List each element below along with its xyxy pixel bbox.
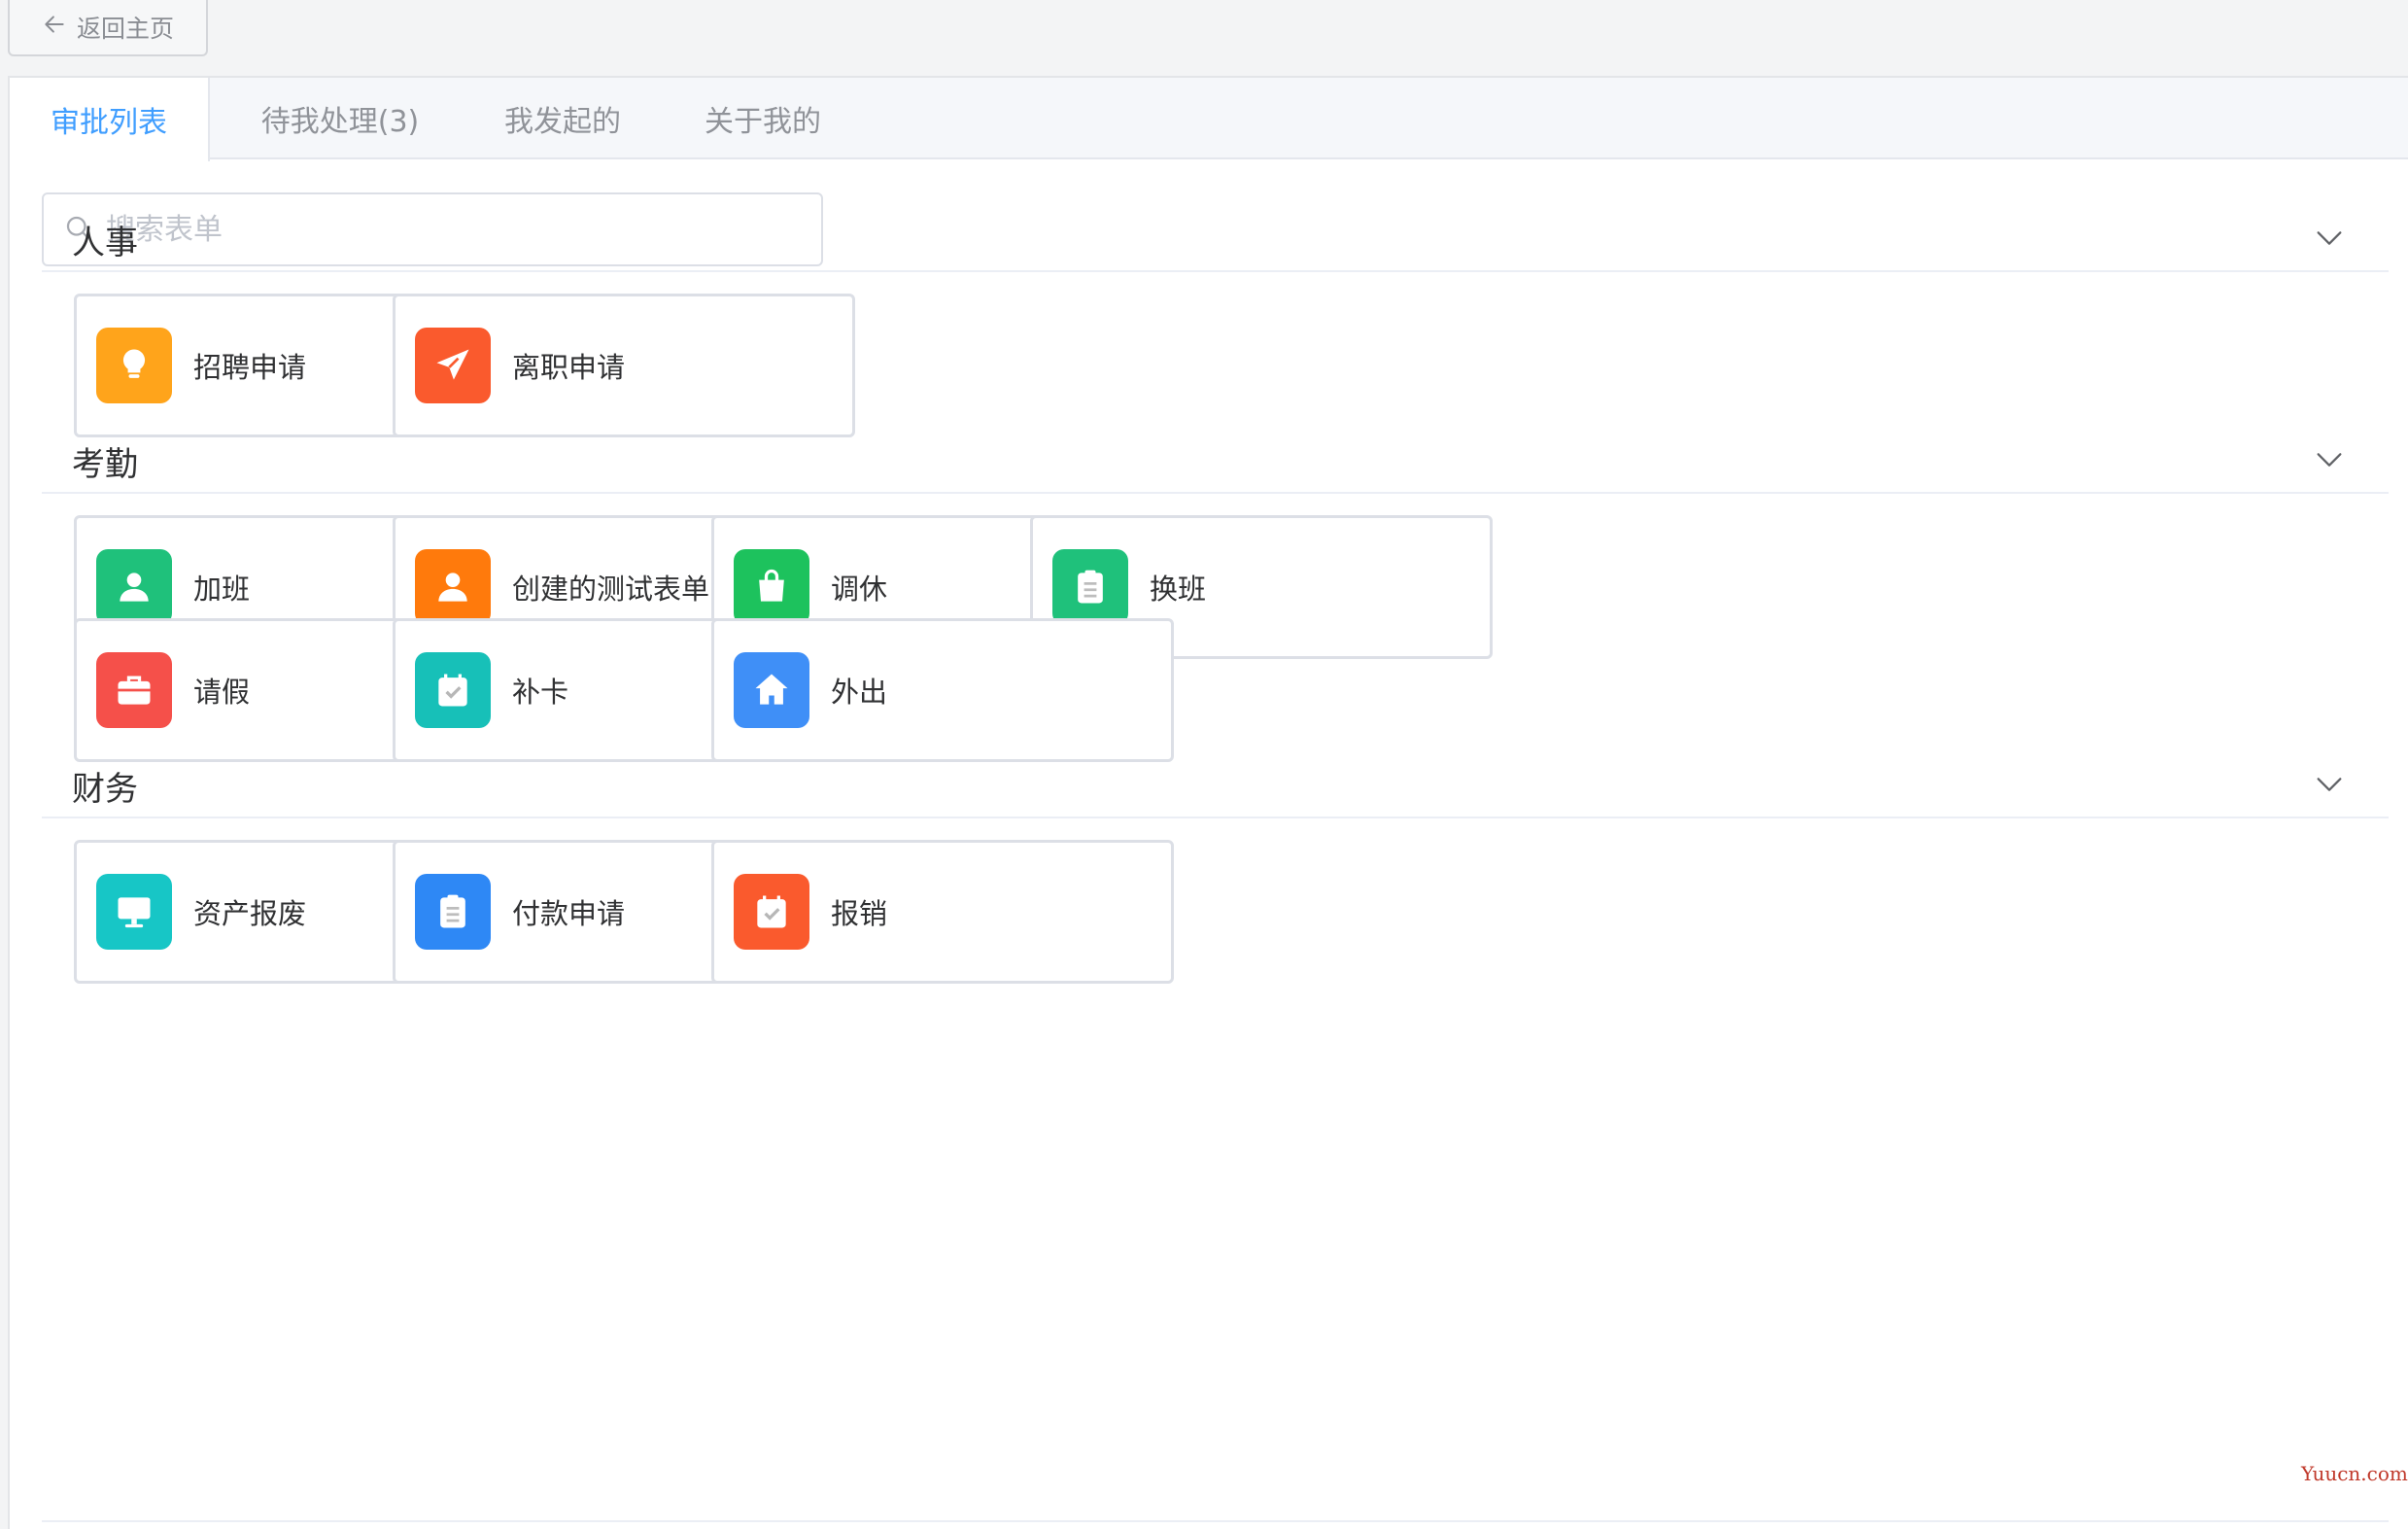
watermark: Yuucn.com — [2301, 1462, 2408, 1485]
form-card-label: 调休 — [831, 573, 888, 606]
form-card-label: 招聘申请 — [193, 351, 307, 384]
arrow-left-icon — [42, 12, 67, 43]
user-icon — [415, 549, 491, 625]
group-title[interactable]: 人事 — [72, 216, 138, 263]
group-divider — [42, 817, 2389, 818]
group-divider — [42, 270, 2389, 272]
group-title[interactable]: 考勤 — [72, 437, 138, 485]
approval-panel: 审批列表 待我处理(3) 我发起的 关于我的 人事招聘申请 离职申请考勤加班 创建的… — [8, 76, 2408, 1529]
clipboard-icon — [415, 874, 491, 950]
briefcase-icon — [96, 652, 172, 728]
home-icon — [734, 652, 809, 728]
form-card-label: 外出 — [831, 676, 888, 709]
form-card-label: 资产报废 — [193, 897, 307, 930]
top-bar: 返回主页 — [0, 0, 2408, 76]
tab-initiated[interactable]: 我发起的 — [470, 78, 655, 159]
calendar-check-icon — [734, 874, 809, 950]
paper-plane-icon — [415, 328, 491, 403]
form-card-label: 补卡 — [512, 676, 569, 709]
tab-approval-list[interactable]: 审批列表 — [10, 78, 210, 161]
clipboard-icon — [1052, 549, 1128, 625]
back-home-label: 返回主页 — [76, 15, 174, 43]
search-input[interactable] — [106, 212, 767, 247]
search-box — [42, 192, 823, 266]
chevron-down-icon[interactable] — [2313, 222, 2346, 255]
form-card-label: 创建的测试表单 — [512, 573, 710, 606]
form-card-label: 报销 — [831, 897, 888, 930]
tab-pending[interactable]: 待我处理(3) — [224, 78, 457, 159]
form-card-label: 请假 — [193, 676, 251, 709]
monitor-icon — [96, 874, 172, 950]
form-card-label: 付款申请 — [512, 897, 626, 930]
lightbulb-icon — [96, 328, 172, 403]
back-home-button[interactable]: 返回主页 — [8, 0, 208, 56]
bottom-divider — [42, 1520, 2389, 1522]
form-card[interactable]: 离职申请 — [393, 294, 855, 437]
chevron-down-icon[interactable] — [2313, 768, 2346, 801]
shopping-bag-icon — [734, 549, 809, 625]
form-card-label: 加班 — [193, 573, 251, 606]
tab-related[interactable]: 关于我的 — [671, 78, 855, 159]
chevron-down-icon[interactable] — [2313, 443, 2346, 476]
group-divider — [42, 492, 2389, 494]
form-card[interactable]: 报销 — [711, 840, 1174, 984]
tab-bar: 审批列表 待我处理(3) 我发起的 关于我的 — [10, 78, 2408, 161]
group-title[interactable]: 财务 — [72, 762, 138, 810]
form-card-label: 换班 — [1150, 573, 1207, 606]
form-card-label: 离职申请 — [512, 351, 626, 384]
calendar-check-icon — [415, 652, 491, 728]
form-card[interactable]: 外出 — [711, 618, 1174, 762]
user-icon — [96, 549, 172, 625]
